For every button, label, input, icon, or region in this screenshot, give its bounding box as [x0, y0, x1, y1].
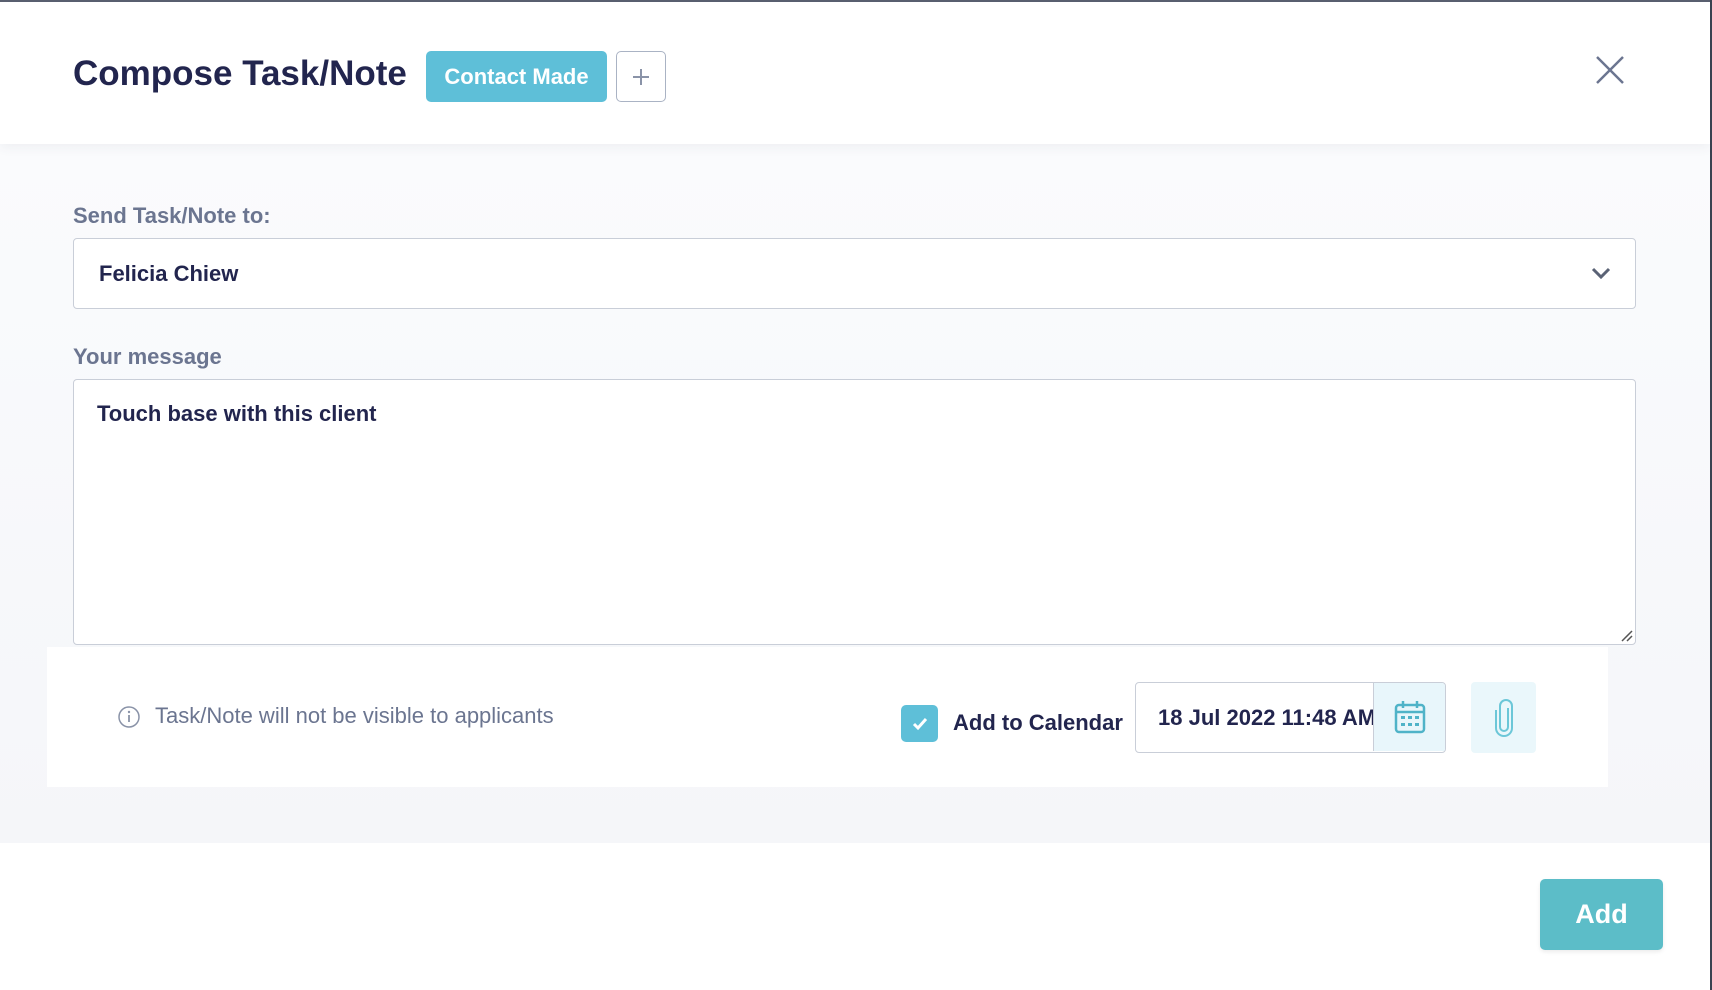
message-label: Your message: [73, 344, 222, 369]
plus-icon: [633, 68, 649, 85]
add-button[interactable]: Add: [1540, 879, 1663, 950]
close-button[interactable]: [1590, 50, 1630, 90]
modal-header: Compose Task/Note Contact Made: [0, 2, 1710, 144]
modal-footer: Add: [0, 843, 1710, 990]
visibility-note: Task/Note will not be visible to applica…: [155, 703, 554, 728]
recipient-select[interactable]: Felicia Chiew: [73, 238, 1636, 309]
paperclip-icon: [1494, 698, 1513, 737]
calendar-icon: [1394, 701, 1425, 734]
checkmark-icon: [912, 717, 927, 730]
resize-handle-icon[interactable]: [1619, 628, 1633, 642]
add-tag-button[interactable]: [616, 51, 666, 102]
recipient-select-value: Felicia Chiew: [99, 261, 239, 286]
task-options-bar: Task/Note will not be visible to applica…: [47, 647, 1608, 787]
chevron-down-icon: [1591, 267, 1611, 280]
add-to-calendar-checkbox[interactable]: [901, 705, 938, 742]
info-icon: [118, 706, 140, 728]
message-text: Touch base with this client: [97, 401, 377, 426]
compose-task-modal: Compose Task/Note Contact Made Send Task…: [0, 0, 1712, 990]
date-picker-button[interactable]: [1373, 683, 1445, 751]
message-textarea[interactable]: Touch base with this client: [73, 379, 1636, 645]
tag-contact-made[interactable]: Contact Made: [426, 51, 607, 102]
date-time-field[interactable]: 18 Jul 2022 11:48 AM: [1135, 682, 1446, 753]
date-time-value: 18 Jul 2022 11:48 AM: [1158, 705, 1377, 730]
recipient-label: Send Task/Note to:: [73, 203, 271, 228]
close-icon: [1596, 56, 1624, 84]
add-to-calendar-label[interactable]: Add to Calendar: [953, 710, 1123, 736]
modal-title: Compose Task/Note: [73, 54, 407, 93]
attach-file-button[interactable]: [1471, 682, 1536, 753]
